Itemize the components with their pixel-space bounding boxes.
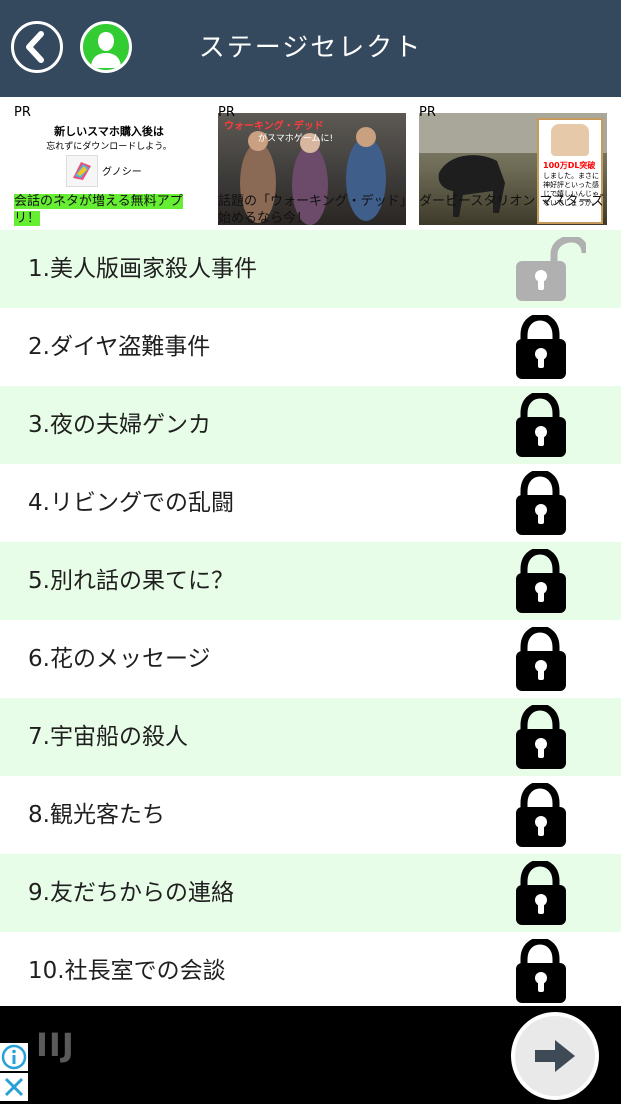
pr-label: PR xyxy=(218,105,235,120)
padlock-icon xyxy=(516,549,566,613)
stage-label: 5.別れ話の果てに？ xyxy=(28,568,234,594)
stage-row-8[interactable]: 8.観光客たち xyxy=(0,776,621,854)
ad-derby-stallion[interactable]: 100万DL突破 しました。まさに神好評といった感じで嬉しいんじゃないでしょうか… xyxy=(419,105,609,230)
padlock-icon xyxy=(516,861,566,925)
pr-label: PR xyxy=(419,105,436,120)
stage-row-5[interactable]: 5.別れ話の果てに？ xyxy=(0,542,621,620)
arrow-right-icon xyxy=(535,1040,575,1072)
ad-subline: 忘れずにダウンロードしよう。 xyxy=(46,142,172,152)
gunosy-logo-icon xyxy=(66,155,98,187)
ad-info-icon[interactable] xyxy=(0,1043,28,1071)
stage-row-6[interactable]: 6.花のメッセージ xyxy=(0,620,621,698)
stage-row-3[interactable]: 3.夜の夫婦ゲンカ xyxy=(0,386,621,464)
ad-walking-dead[interactable]: ウォーキング・デッド がスマホゲームに! PR 話題の「ウォーキング・デッド」始… xyxy=(218,105,408,230)
padlock-icon xyxy=(516,471,566,535)
ad-caption: ダービースタリオン マスターズ xyxy=(419,194,604,209)
stage-row-10[interactable]: 10.社長室での会談 xyxy=(0,932,621,1010)
padlock-icon xyxy=(516,393,566,457)
stage-label: 9.友だちからの連絡 xyxy=(28,880,234,906)
padlock-icon xyxy=(516,705,566,769)
ad-brand: IIJ xyxy=(36,1026,75,1064)
next-button[interactable] xyxy=(511,1012,599,1100)
stage-label: 6.花のメッセージ xyxy=(28,646,211,672)
ad-image-title: ウォーキング・デッド xyxy=(224,121,324,132)
stage-row-4[interactable]: 4.リビングでの乱闘 xyxy=(0,464,621,542)
padlock-icon xyxy=(516,783,566,847)
ad-brand: グノシー xyxy=(102,167,142,178)
header-bar: ステージセレクト xyxy=(0,0,621,97)
padlock-icon xyxy=(516,939,566,1003)
stage-label: 1.美人版画家殺人事件 xyxy=(28,256,257,282)
ad-caption: 話題の「ウォーキング・デッド」始めるなら今！ xyxy=(218,194,407,226)
ad-strip: PR 新しいスマホ購入後は 忘れずにダウンロードしよう。 グノシー 会話のネタが… xyxy=(0,97,621,230)
ad-headline: 新しいスマホ購入後は xyxy=(54,125,164,138)
stage-row-7[interactable]: 7.宇宙船の殺人 xyxy=(0,698,621,776)
stage-label: 4.リビングでの乱闘 xyxy=(28,490,234,516)
stage-label: 8.観光客たち xyxy=(28,802,165,828)
stage-row-9[interactable]: 9.友だちからの連絡 xyxy=(0,854,621,932)
padlock-icon xyxy=(516,627,566,691)
ad-image-sub: がスマホゲームに! xyxy=(258,134,334,144)
stage-label: 2.ダイヤ盗難事件 xyxy=(28,334,211,360)
stage-label: 3.夜の夫婦ゲンカ xyxy=(28,412,211,438)
stage-row-1[interactable]: 1.美人版画家殺人事件 xyxy=(0,230,621,308)
stage-label: 10.社長室での会談 xyxy=(28,958,226,984)
unlocked-padlock-icon xyxy=(516,237,586,301)
page-title: ステージセレクト xyxy=(198,33,423,63)
face-illustration xyxy=(551,124,589,156)
pr-label: PR xyxy=(14,105,31,120)
padlock-icon xyxy=(516,315,566,379)
ad-gunosy[interactable]: PR 新しいスマホ購入後は 忘れずにダウンロードしよう。 グノシー 会話のネタが… xyxy=(14,105,204,230)
ad-badge: 100万DL突破 xyxy=(543,161,596,170)
stage-row-2[interactable]: 2.ダイヤ盗難事件 xyxy=(0,308,621,386)
ad-caption: 会話のネタが増える無料アプリ！ xyxy=(14,194,183,226)
close-icon[interactable] xyxy=(0,1073,28,1101)
stage-label: 7.宇宙船の殺人 xyxy=(28,724,188,750)
